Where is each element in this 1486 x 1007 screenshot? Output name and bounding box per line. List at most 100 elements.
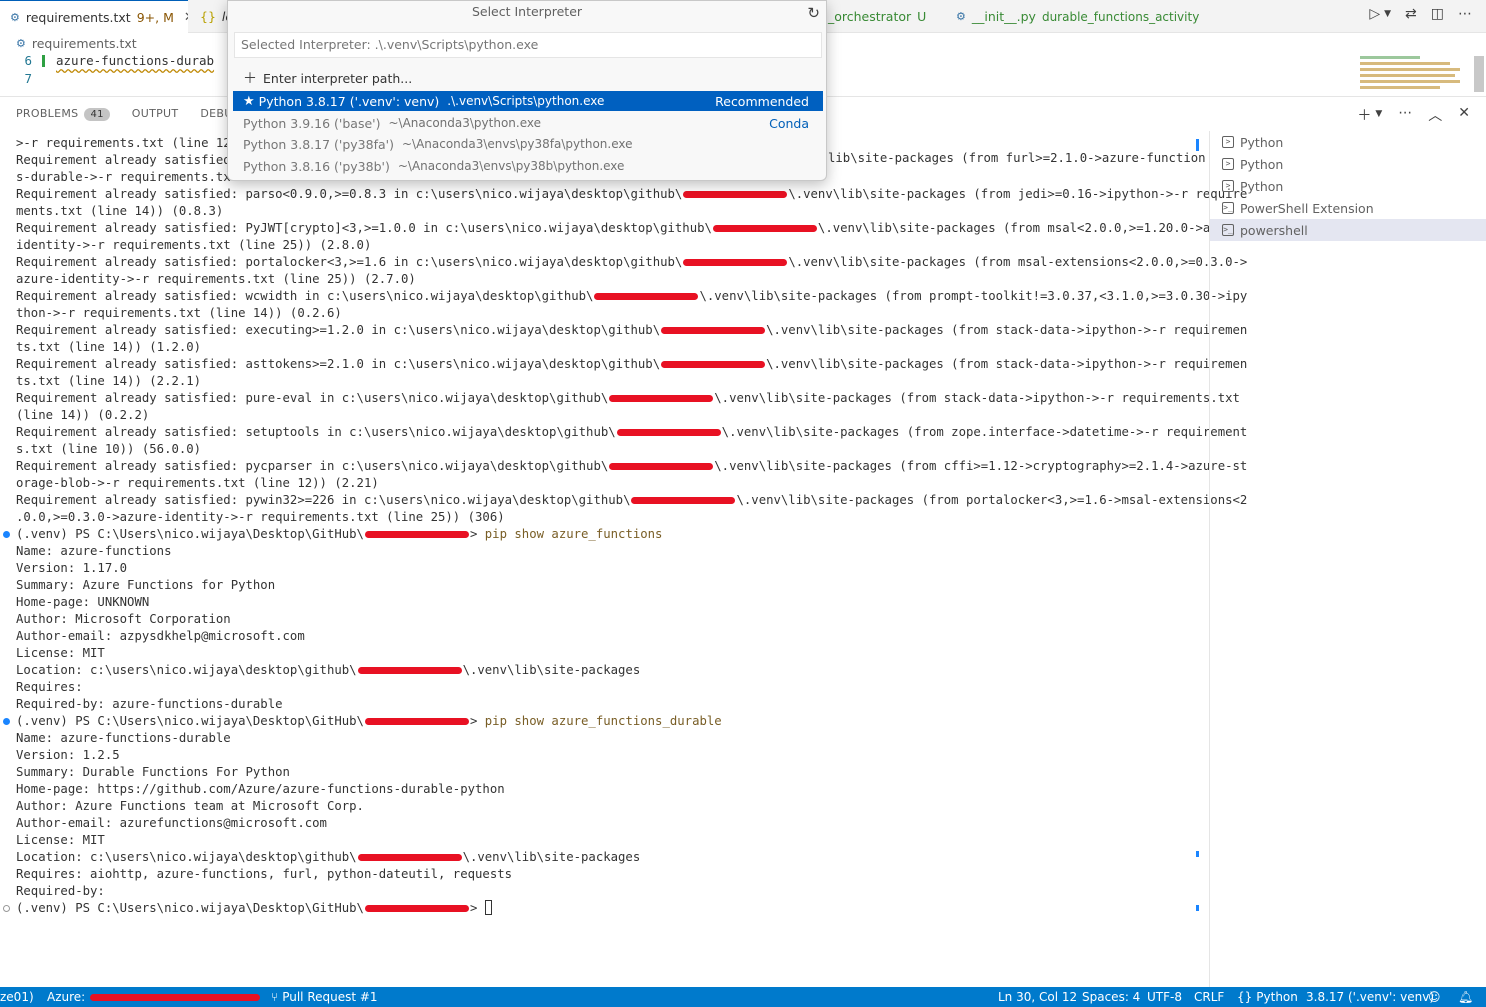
line-text[interactable] xyxy=(38,71,56,89)
terminal-text: Name: azure-functions xyxy=(16,544,172,558)
terminal-text: Requirement already satisfied: parso<0.9… xyxy=(16,187,683,201)
terminal-line: License: MIT xyxy=(16,645,1191,662)
tab-problems-label: PROBLEMS xyxy=(16,107,79,120)
terminal-text: (.venv) PS C:\Users\nico.wijaya\Desktop\… xyxy=(16,714,364,728)
interpreter-item[interactable]: Python 3.8.17 ('py38fa') ~\Anaconda3\env… xyxy=(233,134,823,154)
terminal-line: Name: azure-functions xyxy=(16,543,1191,560)
item-tag: Recommended xyxy=(715,93,809,109)
powershell-icon: >_ xyxy=(1222,224,1234,236)
tab-requirements-txt[interactable]: ⚙ requirements.txt 9+, M ✕ xyxy=(0,0,188,33)
interpreter-search-input[interactable]: Selected Interpreter: .\.venv\Scripts\py… xyxy=(234,32,822,58)
compare-changes-icon[interactable]: ⇄ xyxy=(1405,6,1417,22)
terminal-item-label: Python xyxy=(1240,134,1284,150)
breadcrumb-file[interactable]: requirements.txt xyxy=(32,36,137,51)
terminal-line: Requirement already satisfied: pycparser… xyxy=(16,458,1247,475)
tab-status: U xyxy=(1205,9,1206,24)
terminal-line: Required-by: xyxy=(16,883,1191,900)
split-editor-icon[interactable]: ◫ xyxy=(1431,6,1444,22)
terminal-item-label: Python xyxy=(1240,178,1284,194)
refresh-icon[interactable]: ↻ xyxy=(807,2,820,24)
line-ending[interactable]: CRLF xyxy=(1194,987,1224,1007)
command-decoration-icon[interactable] xyxy=(3,531,10,538)
tab-problems[interactable]: PROBLEMS 41 xyxy=(16,107,110,121)
tab-output[interactable]: OUTPUT xyxy=(132,107,179,121)
terminal-item-python[interactable]: > Python xyxy=(1210,153,1486,175)
editor-line: 7 xyxy=(0,71,56,89)
language-mode[interactable]: {} Python xyxy=(1237,987,1298,1007)
item-label: Python 3.8.16 ('py38b') xyxy=(243,158,390,174)
interpreter-item[interactable]: Python 3.9.16 ('base') ~\Anaconda3\pytho… xyxy=(233,113,823,133)
terminal-text: Requires: aiohttp, azure-functions, furl… xyxy=(16,867,513,881)
terminal-text: .0.0,>=0.3.0->azure-identity->-r require… xyxy=(16,510,505,524)
python-interpreter[interactable]: 3.8.17 ('.venv': venv) xyxy=(1306,987,1434,1007)
terminal-text: Home-page: https://github.com/Azure/azur… xyxy=(16,782,505,796)
terminal-output[interactable]: >-r requirements.txt (line 12) Requireme… xyxy=(3,135,1247,917)
more-actions-icon[interactable]: ⋯ xyxy=(1458,6,1472,22)
chevron-down-icon[interactable]: ▼ xyxy=(1384,9,1391,22)
close-icon[interactable]: ✕ xyxy=(184,10,188,25)
terminal-text: \.venv\lib\site-packages (from prompt-to… xyxy=(699,289,1248,303)
terminal-text: Author-email: azpysdkhelp@microsoft.com xyxy=(16,629,305,643)
minimap[interactable] xyxy=(1358,54,1474,94)
terminal-line: Name: azure-functions-durable xyxy=(16,730,1191,747)
pull-request-item[interactable]: ⑂ Pull Request #1 xyxy=(271,987,378,1007)
editor-scrollbar[interactable] xyxy=(1474,56,1484,92)
run-icon[interactable]: ▷ xyxy=(1369,6,1380,22)
cursor-position[interactable]: Ln 30, Col 12 xyxy=(998,987,1077,1007)
terminal-line: Author-email: azpysdkhelp@microsoft.com xyxy=(16,628,1191,645)
quickpick-title: Select Interpreter ↻ xyxy=(228,1,826,23)
terminal-line: Requires: aiohttp, azure-functions, furl… xyxy=(16,866,1191,883)
interpreter-item[interactable]: ★ Python 3.8.17 ('.venv': venv) .\.venv\… xyxy=(233,91,823,111)
notifications-icon[interactable]: 🔔︎ xyxy=(1458,987,1473,1007)
terminal-text: Name: azure-functions-durable xyxy=(16,731,231,745)
item-label: Python 3.8.17 ('.venv': venv) xyxy=(258,93,440,109)
command-decoration-icon[interactable] xyxy=(3,718,10,725)
close-panel-icon[interactable]: ✕ xyxy=(1458,105,1470,125)
encoding[interactable]: UTF-8 xyxy=(1147,987,1182,1007)
terminal-text: Summary: Azure Functions for Python xyxy=(16,578,276,592)
azure-account[interactable]: Azure: xyxy=(47,987,261,1007)
redaction-mark xyxy=(631,497,736,504)
terminal-text: azure-identity->-r requirements.txt (lin… xyxy=(16,272,416,286)
enter-interpreter-path-item[interactable]: ＋ Enter interpreter path... xyxy=(233,68,823,88)
terminal-item-powershell-extension[interactable]: >_ PowerShell Extension xyxy=(1210,197,1486,219)
terminal-text: Requirement already satisfied: wcwidth i… xyxy=(16,289,594,303)
terminal-text: \.venv\lib\site-packages (from zope.inte… xyxy=(721,425,1248,439)
tab-json[interactable]: {} lo xyxy=(190,0,230,33)
line-text[interactable]: azure-functions-durab xyxy=(38,53,214,71)
tab-init-py[interactable]: ⚙ __init__.py durable_functions_activity… xyxy=(946,0,1206,33)
terminal-text: > xyxy=(469,527,485,541)
indentation[interactable]: Spaces: 4 xyxy=(1082,987,1140,1007)
feedback-icon[interactable]: ☺ xyxy=(1428,987,1441,1007)
terminal-text: \.venv\lib\site-packages (from msal<2.0.… xyxy=(817,221,1248,235)
redaction-mark xyxy=(90,993,261,1001)
terminal-item-python[interactable]: > Python xyxy=(1210,175,1486,197)
redaction-mark xyxy=(683,191,788,198)
chevron-down-icon[interactable]: ▼ xyxy=(1375,109,1382,125)
terminal-text: Author: Microsoft Corporation xyxy=(16,612,231,626)
terminal-text: Requirement already satisfied: pycparser… xyxy=(16,459,609,473)
tab-orchestrator[interactable]: _orchestrator U xyxy=(818,0,938,33)
terminal-item-label: Python xyxy=(1240,156,1284,172)
more-actions-icon[interactable]: ⋯ xyxy=(1398,105,1412,125)
terminal-text: Author: Azure Functions team at Microsof… xyxy=(16,799,364,813)
terminal-line: License: MIT xyxy=(16,832,1191,849)
terminal-line: .0.0,>=0.3.0->azure-identity->-r require… xyxy=(16,509,1191,526)
new-terminal-icon[interactable]: ＋ xyxy=(1357,105,1371,125)
interpreter-item[interactable]: Python 3.8.16 ('py38b') ~\Anaconda3\envs… xyxy=(233,156,823,176)
terminal-item-powershell[interactable]: >_ powershell xyxy=(1210,219,1486,241)
terminal-item-python[interactable]: > Python xyxy=(1210,131,1486,153)
modified-line-marker xyxy=(42,55,45,67)
item-detail: ~\Anaconda3\envs\py38b\python.exe xyxy=(397,159,625,173)
terminal-text: Requirement already satisfied: asttokens… xyxy=(16,357,661,371)
item-detail: ~\Anaconda3\python.exe xyxy=(388,116,542,130)
terminal-line: Home-page: UNKNOWN xyxy=(16,594,1191,611)
terminal-line: azure-identity->-r requirements.txt (lin… xyxy=(16,271,1191,288)
terminal-text: thon->-r requirements.txt (line 14)) (0.… xyxy=(16,306,342,320)
remote-indicator[interactable]: ze01) xyxy=(0,987,34,1007)
command-decoration-icon[interactable] xyxy=(3,905,10,912)
maximize-panel-icon[interactable]: ︿ xyxy=(1428,105,1442,125)
terminal-line: (.venv) PS C:\Users\nico.wijaya\Desktop\… xyxy=(3,526,1191,543)
item-label: Python 3.8.17 ('py38fa') xyxy=(243,136,394,152)
redaction-mark xyxy=(661,327,766,334)
